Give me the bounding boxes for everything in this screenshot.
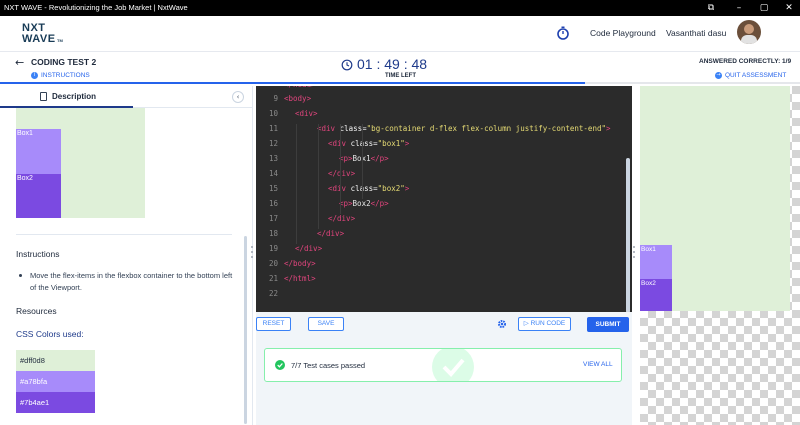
tab-description[interactable]: Description: [0, 86, 133, 108]
description-panel: Description ‹ Box1 Box2 Instructions Mov…: [0, 86, 253, 425]
code-playground-link[interactable]: Code Playground: [590, 28, 656, 38]
code-line: <p>Box2</p>: [339, 199, 389, 208]
line-number: 17: [268, 214, 278, 223]
right-splitter-handle[interactable]: [633, 86, 636, 425]
code-line: </div>: [317, 229, 345, 238]
view-all-link[interactable]: VIEW ALL: [583, 361, 613, 368]
window-title: NXT WAVE - Revolutionizing the Job Marke…: [4, 3, 188, 12]
user-name: Vasanthati dasu: [666, 28, 727, 38]
document-icon: [40, 92, 47, 101]
left-splitter-handle[interactable]: [251, 86, 254, 425]
app-header: NXT WAVE TM Code Playground Vasanthati d…: [0, 16, 800, 52]
panel-tab-bar: Description ‹: [0, 86, 252, 108]
code-line-partial: </head>: [284, 86, 316, 89]
check-circle-icon: [275, 360, 285, 370]
line-number: 9: [273, 94, 278, 103]
answered-correctly: ANSWERED CORRECTLY: 1/9: [699, 58, 792, 65]
section-divider: [16, 234, 232, 235]
reset-button[interactable]: RESET: [256, 317, 291, 331]
line-number: 20: [268, 259, 278, 268]
collapse-panel-button[interactable]: ‹: [232, 91, 244, 103]
line-number: 21: [268, 274, 278, 283]
instructions-heading: Instructions: [16, 249, 60, 259]
resources-heading: Resources: [16, 306, 57, 316]
expected-box2: Box2: [16, 174, 61, 218]
output-box1: Box1: [640, 245, 672, 279]
test-result-card: 7/7 Test cases passed VIEW ALL: [264, 348, 622, 382]
code-line: <body>: [284, 94, 312, 103]
success-watermark-icon: [432, 349, 474, 381]
code-line: </html>: [284, 274, 316, 283]
line-number: 19: [268, 244, 278, 253]
clock-icon: [341, 59, 353, 71]
progress-fill: [0, 82, 585, 84]
time-left-label: TIME LEFT: [385, 73, 416, 79]
close-icon[interactable]: ✕: [782, 2, 796, 14]
color-swatch-green: #dff0d8: [16, 350, 95, 371]
window-title-bar: NXT WAVE - Revolutionizing the Job Marke…: [0, 0, 800, 16]
editor-scrollbar[interactable]: [626, 158, 630, 313]
instructions-link[interactable]: INSTRUCTIONS: [41, 72, 90, 79]
line-number: 15: [268, 184, 278, 193]
line-number: 12: [268, 139, 278, 148]
nxtwave-logo[interactable]: NXT WAVE TM: [22, 22, 82, 48]
avatar[interactable]: [737, 20, 761, 44]
left-scrollbar[interactable]: [244, 236, 247, 424]
code-line: </div>: [295, 244, 323, 253]
result-text: 7/7 Test cases passed: [291, 361, 366, 370]
css-colors-heading: CSS Colors used:: [16, 329, 84, 339]
code-editor[interactable]: </head> 9<body>10<div>11<div class="bg-c…: [256, 86, 632, 312]
code-line: </div>: [328, 169, 356, 178]
test-title: CODING TEST 2: [31, 57, 97, 67]
maximize-icon[interactable]: ▢: [757, 2, 771, 14]
line-number: 11: [268, 124, 278, 133]
code-line: </div>: [328, 214, 356, 223]
run-code-button[interactable]: ▷ RUN CODE: [518, 317, 571, 331]
line-number: 13: [268, 154, 278, 163]
extensions-icon[interactable]: ⧉: [704, 2, 718, 14]
info-icon: i: [31, 72, 38, 79]
output-box2: Box2: [640, 279, 672, 311]
save-button[interactable]: SAVE: [308, 317, 344, 331]
line-number: 16: [268, 199, 278, 208]
line-number: 22: [268, 289, 278, 298]
bullet-icon: [19, 274, 22, 277]
code-line: <p>Box1</p>: [339, 154, 389, 163]
code-line: <div>: [295, 109, 318, 118]
settings-gear-icon[interactable]: [497, 319, 507, 329]
quit-assessment-link[interactable]: QUIT ASSESSMENT: [725, 72, 786, 79]
quit-icon: →: [715, 72, 722, 79]
color-swatch-light-purple: #a78bfa: [16, 371, 95, 392]
timer: 01 : 49 : 48: [357, 56, 428, 72]
stopwatch-icon[interactable]: [556, 25, 570, 41]
color-swatch-dark-purple: #7b4ae1: [16, 392, 95, 413]
minimize-icon[interactable]: –: [732, 2, 746, 14]
test-subheader: ← CODING TEST 2 i INSTRUCTIONS 01 : 49 :…: [0, 53, 800, 85]
line-number: 10: [268, 109, 278, 118]
line-number: 14: [268, 169, 278, 178]
submit-button[interactable]: SUBMIT: [587, 317, 629, 332]
expected-box1: Box1: [16, 129, 61, 174]
line-number: 18: [268, 229, 278, 238]
code-line: </body>: [284, 259, 316, 268]
instruction-text: Move the flex-items in the flexbox conta…: [30, 271, 233, 292]
back-arrow-icon[interactable]: ←: [15, 56, 24, 69]
output-preview: Box1 Box2: [640, 86, 800, 425]
